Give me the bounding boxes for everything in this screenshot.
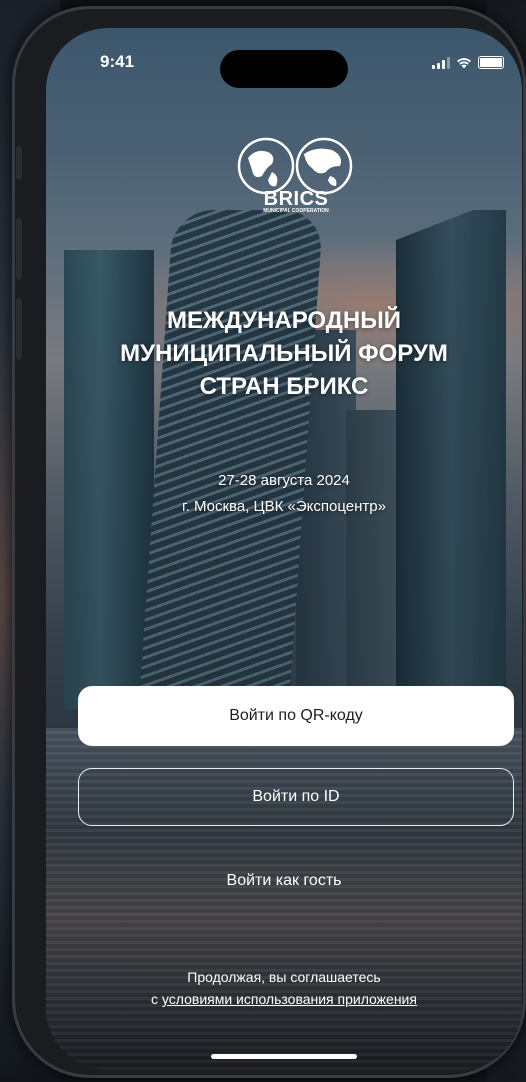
globe-icon (237, 137, 353, 195)
status-bar: 9:41 (46, 28, 522, 88)
volume-up-button (16, 218, 22, 280)
title-line: МЕЖДУНАРОДНЫЙ (167, 307, 401, 334)
event-info: 27-28 августа 2024 г. Москва, ЦВК «Экспо… (46, 468, 522, 520)
app-screen: 9:41 BRICS MUNICIPAL COOPERATION МЕЖДУНА… (46, 28, 522, 1070)
dynamic-island (220, 50, 348, 88)
terms-link[interactable]: условиями использования приложения (162, 991, 417, 1007)
status-time: 9:41 (100, 52, 135, 71)
logo-subtitle: MUNICIPAL COOPERATION (263, 208, 329, 214)
phone-frame: 9:41 BRICS MUNICIPAL COOPERATION МЕЖДУНА… (12, 6, 526, 1078)
title-line: МУНИЦИПАЛЬНЫЙ ФОРУМ (120, 340, 448, 367)
id-login-button[interactable]: Войти по ID (78, 768, 514, 826)
terms-notice: Продолжая, вы соглашаетесь с условиями и… (46, 966, 522, 1010)
terms-line: с условиями использования приложения (46, 988, 522, 1010)
silent-switch (16, 146, 22, 180)
home-indicator[interactable] (211, 1054, 357, 1059)
terms-prefix: Продолжая, вы соглашаетесь (187, 969, 381, 985)
qr-login-button[interactable]: Войти по QR-коду (78, 686, 514, 746)
signal-icon (432, 56, 450, 69)
volume-down-button (16, 298, 22, 360)
wifi-icon (457, 57, 471, 68)
event-dates: 27-28 августа 2024 (218, 472, 350, 489)
title-line: СТРАН БРИКС (199, 373, 369, 400)
battery-icon (478, 56, 504, 69)
guest-login-button[interactable]: Войти как гость (186, 866, 382, 896)
event-location: г. Москва, ЦВК «Экспоцентр» (182, 498, 386, 515)
terms-link-prefix: с (151, 991, 162, 1007)
event-title: МЕЖДУНАРОДНЫЙ МУНИЦИПАЛЬНЫЙ ФОРУМ СТРАН … (46, 304, 522, 403)
status-icons (432, 56, 504, 69)
brics-logo: BRICS MUNICIPAL COOPERATION (232, 136, 360, 216)
